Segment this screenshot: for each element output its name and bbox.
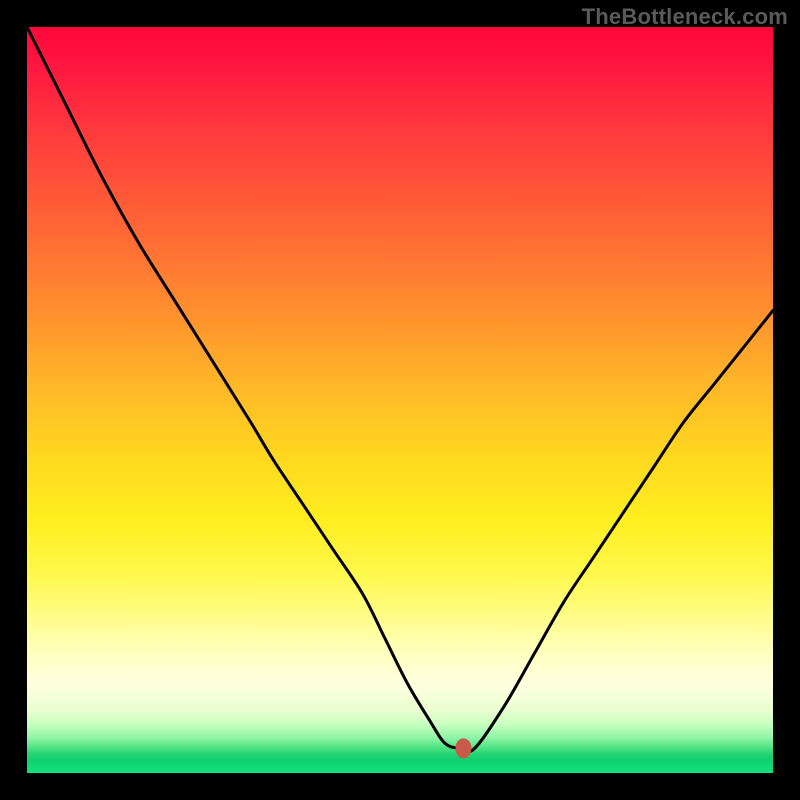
chart-frame: TheBottleneck.com	[0, 0, 800, 800]
optimal-marker	[27, 27, 773, 773]
watermark-text: TheBottleneck.com	[582, 4, 788, 30]
plot-area	[27, 27, 773, 773]
